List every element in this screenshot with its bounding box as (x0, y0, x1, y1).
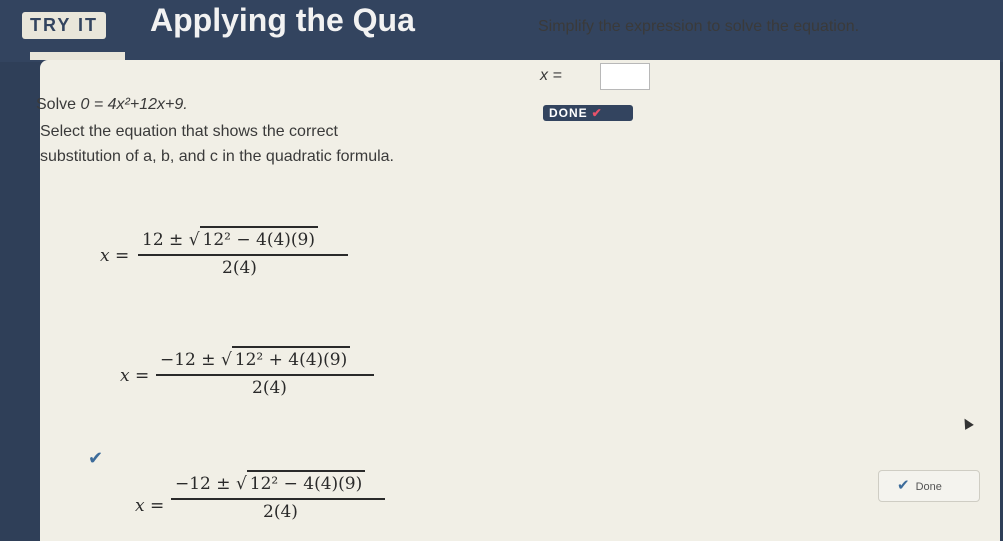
option-1-lhs: x = (100, 246, 130, 266)
try-it-badge: TRY IT (22, 12, 107, 39)
selected-check-icon: ✔ (88, 448, 104, 468)
option-1-radicand: 12² − 4(4)(9) (199, 226, 319, 250)
answer-input[interactable] (600, 63, 650, 90)
option-3-numerator-text: −12 ± (175, 474, 231, 494)
header-strip (30, 52, 125, 60)
sqrt-icon: √ (235, 474, 247, 494)
fraction-bar (171, 498, 385, 500)
done-badge-label: DONE (549, 106, 588, 120)
fraction-bar (156, 374, 374, 376)
option-3-denominator: 2(4) (263, 502, 298, 522)
check-icon: ✔ (897, 477, 910, 494)
solve-prefix: Solve (36, 96, 77, 113)
sqrt-icon: √ (220, 350, 232, 370)
option-2-numerator: −12 ± √ 12² + 4(4)(9) (160, 346, 351, 370)
solve-equation: 0 = 4x²+12x+9. (80, 96, 188, 113)
option-2-denominator: 2(4) (252, 378, 287, 398)
option-1-numerator-text: 12 ± (142, 230, 184, 250)
instruction-line-2: substitution of a, b, and c in the quadr… (40, 148, 394, 165)
option-2-radicand: 12² + 4(4)(9) (231, 346, 351, 370)
done-button-label: Done (915, 481, 942, 493)
done-badge: DONE ✔ (543, 105, 633, 121)
option-3-radicand: 12² − 4(4)(9) (246, 470, 366, 494)
solve-line: Solve 0 = 4x²+12x+9. (36, 96, 188, 114)
option-3-lhs: x = (135, 496, 165, 516)
done-button[interactable]: ✔ Done (878, 470, 980, 502)
option-2-numerator-text: −12 ± (160, 350, 216, 370)
fraction-bar (138, 254, 348, 256)
instruction-line-1: Select the equation that shows the corre… (40, 123, 338, 140)
option-2-lhs: x = (120, 366, 150, 386)
option-3-numerator: −12 ± √ 12² − 4(4)(9) (175, 470, 366, 494)
answer-label: x = (540, 67, 562, 84)
sqrt-icon: √ (188, 230, 200, 250)
page-title: Applying the Qua (150, 2, 415, 38)
option-1-denominator: 2(4) (222, 258, 257, 278)
check-icon: ✔ (591, 106, 603, 120)
simplify-prompt: Simplify the expression to solve the equ… (538, 18, 860, 35)
option-1-numerator: 12 ± √ 12² − 4(4)(9) (142, 226, 319, 250)
